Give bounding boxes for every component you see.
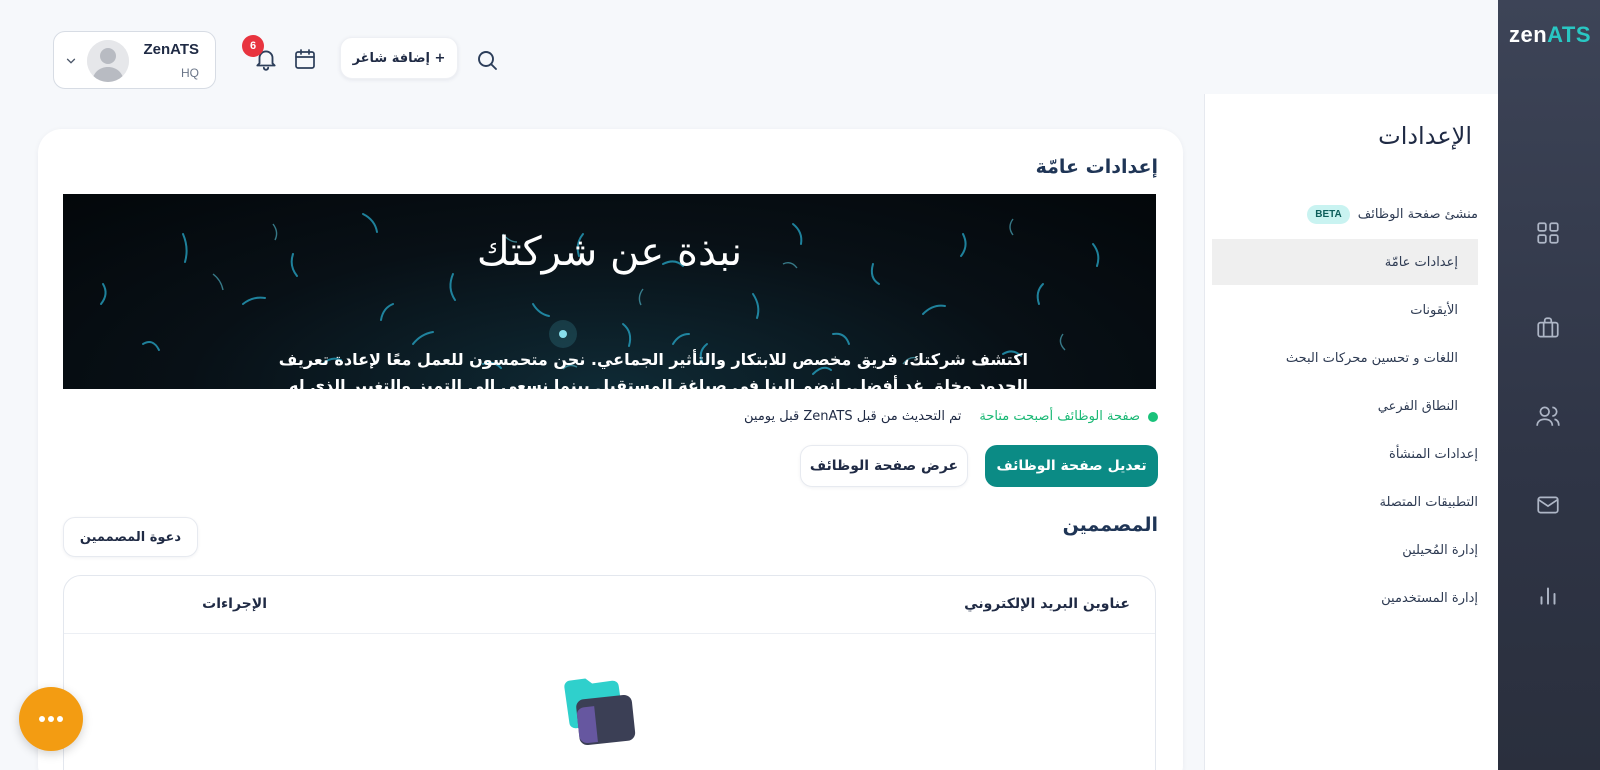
- notification-count-badge: 6: [242, 35, 264, 57]
- nav-item-organization-settings[interactable]: إعدادات المنشأة: [1389, 431, 1478, 477]
- empty-folder-icon: [564, 678, 636, 745]
- analytics-chart-icon[interactable]: [1535, 582, 1561, 608]
- column-header-actions: الإجراءات: [202, 596, 267, 612]
- nav-item-connected-apps[interactable]: التطبيقات المتصلة: [1380, 479, 1478, 525]
- banner-description: اكتشف شركتك، فريق مخصص للابتكار والتأثير…: [278, 350, 1028, 389]
- beta-badge: BETA: [1307, 204, 1350, 224]
- user-menu[interactable]: ZenATS HQ: [53, 31, 216, 89]
- invite-designers-button[interactable]: دعوة المصممين: [63, 517, 198, 557]
- nav-item-careers-page-builder[interactable]: منشئ صفحة الوظائف BETA: [1307, 191, 1478, 237]
- more-dots-icon: [39, 716, 63, 722]
- dashboard-grid-icon[interactable]: [1535, 220, 1561, 246]
- nav-label: إدارة المُحيلين: [1402, 542, 1478, 558]
- careers-page-banner: نبذة عن شركتك اكتشف شركتك، فريق مخصص للا…: [63, 194, 1156, 389]
- status-updated-text: تم التحديث من قبل ZenATS قبل يومين: [744, 409, 962, 424]
- search-icon[interactable]: [475, 48, 499, 72]
- mail-icon[interactable]: [1535, 492, 1561, 518]
- column-header-emails: عناوين البريد الإلكتروني: [964, 596, 1130, 612]
- status-dot: [1148, 411, 1158, 422]
- add-job-button[interactable]: + إضافة شاغر: [340, 37, 458, 79]
- logo-zen: zen: [1508, 22, 1548, 47]
- general-settings-card: إعدادات عامّة نبذة عن شركتك اكتشف شركتك،…: [38, 129, 1183, 770]
- view-careers-page-button[interactable]: عرض صفحة الوظائف: [800, 445, 968, 487]
- designers-title: المصممين: [1062, 514, 1158, 536]
- logo-ats: ATS: [1547, 22, 1592, 47]
- nav-label: منشئ صفحة الوظائف: [1357, 206, 1478, 222]
- careers-page-status: صفحة الوظائف أصبحت متاحة تم التحديث من ق…: [744, 409, 1158, 424]
- nav-item-icons[interactable]: الأيقونات: [1410, 287, 1458, 333]
- avatar: [87, 40, 129, 82]
- user-workspace: HQ: [181, 66, 199, 80]
- general-settings-title: إعدادات عامّة: [1035, 156, 1158, 178]
- settings-sidebar: الإعدادات منشئ صفحة الوظائف BETA إعدادات…: [1204, 94, 1498, 770]
- nav-item-referrers[interactable]: إدارة المُحيلين: [1402, 527, 1478, 573]
- status-ready-text: صفحة الوظائف أصبحت متاحة: [979, 409, 1140, 424]
- briefcase-icon[interactable]: [1535, 315, 1561, 341]
- nav-label: إدارة المستخدمين: [1381, 590, 1478, 606]
- nav-label: إعدادات المنشأة: [1389, 446, 1478, 462]
- chevron-down-icon: [66, 58, 76, 64]
- nav-item-general-settings[interactable]: إعدادات عامّة: [1212, 239, 1478, 285]
- user-name: ZenATS: [143, 41, 199, 58]
- table-header: عناوين البريد الإلكتروني الإجراءات: [64, 576, 1155, 634]
- settings-title: الإعدادات: [1378, 122, 1472, 150]
- banner-title: نبذة عن شركتك: [476, 229, 743, 275]
- nav-label: النطاق الفرعي: [1377, 398, 1458, 414]
- designers-table: عناوين البريد الإلكتروني الإجراءات: [63, 575, 1156, 770]
- chat-launcher-button[interactable]: [19, 687, 83, 751]
- nav-label: إعدادات عامّة: [1384, 254, 1458, 270]
- users-icon[interactable]: [1535, 403, 1561, 429]
- nav-label: التطبيقات المتصلة: [1379, 494, 1478, 510]
- calendar-icon[interactable]: [293, 47, 317, 71]
- nav-label: الأيقونات: [1410, 302, 1458, 318]
- nav-item-languages-seo[interactable]: اللغات و تحسين محركات البحث: [1286, 335, 1458, 381]
- nav-label: اللغات و تحسين محركات البحث: [1285, 350, 1458, 366]
- zenats-logo[interactable]: zenATS: [1506, 22, 1594, 48]
- nav-item-user-management[interactable]: إدارة المستخدمين: [1381, 575, 1478, 621]
- nav-item-subdomain[interactable]: النطاق الفرعي: [1378, 383, 1458, 429]
- app-rail: zenATS: [1498, 0, 1600, 770]
- edit-careers-page-button[interactable]: تعديل صفحة الوظائف: [985, 445, 1158, 487]
